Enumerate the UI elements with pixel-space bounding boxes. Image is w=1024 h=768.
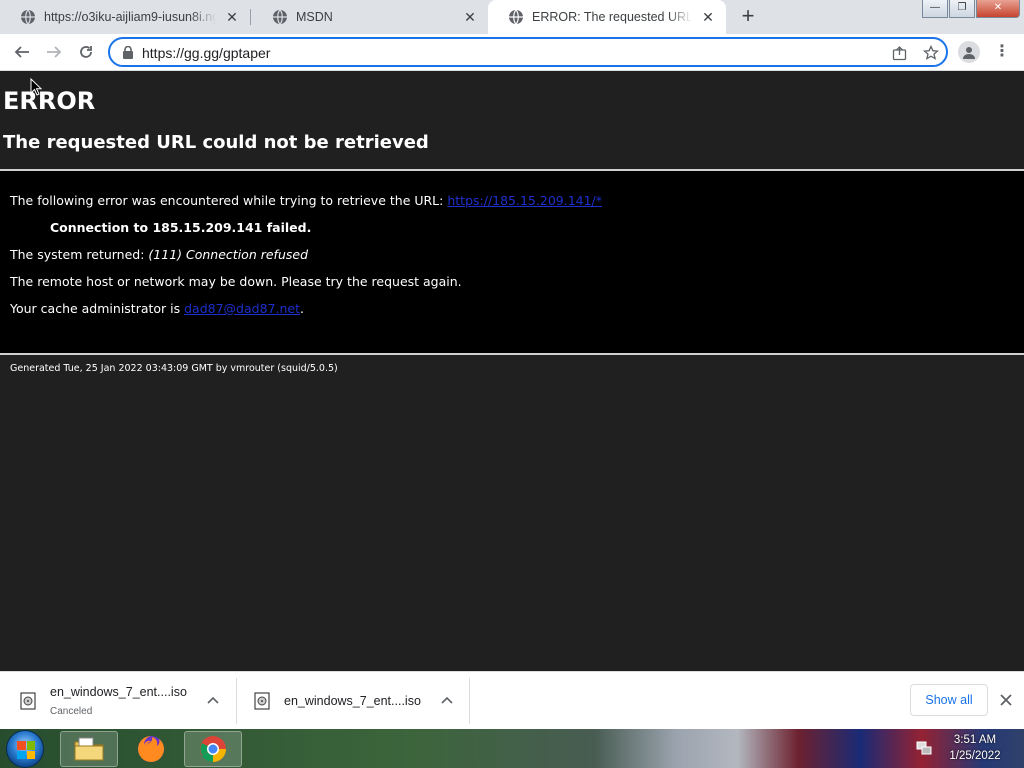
clock-time: 3:51 AM xyxy=(953,734,997,746)
forward-button[interactable] xyxy=(42,40,66,64)
share-button[interactable] xyxy=(890,44,908,62)
system-returned-value: (111) Connection refused xyxy=(148,247,308,262)
network-icon[interactable] xyxy=(916,740,932,756)
download-item[interactable]: en_windows_7_ent....iso xyxy=(254,672,469,730)
folder-icon xyxy=(74,737,104,761)
system-returned-label: The system returned: xyxy=(10,247,149,262)
restore-button[interactable]: ❐ xyxy=(949,0,975,18)
start-button[interactable] xyxy=(6,730,44,768)
taskbar-firefox[interactable] xyxy=(122,731,180,767)
tab-close-icon[interactable]: ✕ xyxy=(700,9,716,25)
tab-close-icon[interactable]: ✕ xyxy=(462,9,478,25)
download-status: Canceled xyxy=(50,706,93,717)
profile-button[interactable] xyxy=(958,41,980,63)
tab-title: ERROR: The requested URL could not be re… xyxy=(532,10,692,24)
disc-image-file-icon xyxy=(20,692,36,710)
error-details: The following error was encountered whil… xyxy=(0,171,1024,353)
tab-msdn[interactable]: MSDN ✕ xyxy=(252,0,488,34)
bookmark-button[interactable] xyxy=(922,44,940,62)
divider xyxy=(0,353,1024,355)
window-controls: — ❐ ✕ xyxy=(921,0,1020,18)
tab-ngrok[interactable]: https://o3iku-aijliam9-iusun8i.ngrok.io … xyxy=(0,0,250,34)
clock-date: 1/25/2022 xyxy=(949,750,1001,762)
globe-icon xyxy=(273,9,287,25)
system-clock[interactable]: 3:51 AM 1/25/2022 xyxy=(940,732,1010,764)
cache-admin-suffix: . xyxy=(299,301,304,316)
tab-separator xyxy=(250,9,251,25)
globe-icon xyxy=(21,9,35,25)
download-separator xyxy=(469,678,470,724)
download-separator xyxy=(236,678,237,724)
chevron-up-icon[interactable] xyxy=(206,694,220,708)
page-content: ERROR The requested URL could not be ret… xyxy=(0,71,1024,671)
download-filename: en_windows_7_ent....iso xyxy=(50,685,187,699)
minimize-button[interactable]: — xyxy=(922,0,948,18)
download-info: en_windows_7_ent....iso xyxy=(284,694,421,708)
menu-more-icon[interactable]: ⋮ xyxy=(994,42,1010,62)
tab-strip: https://o3iku-aijliam9-iusun8i.ngrok.io … xyxy=(0,0,1024,34)
connection-failed-text: Connection to 185.15.209.141 failed. xyxy=(50,220,312,235)
chrome-icon xyxy=(200,736,226,763)
close-icon[interactable] xyxy=(998,692,1014,708)
star-icon xyxy=(923,45,939,60)
tab-close-icon[interactable]: ✕ xyxy=(224,9,240,25)
firefox-icon xyxy=(138,736,164,762)
system-returned-line: The system returned: (111) Connection re… xyxy=(10,247,308,262)
cache-admin-label: Your cache administrator is xyxy=(10,301,185,316)
generated-footer: Generated Tue, 25 Jan 2022 03:43:09 GMT … xyxy=(10,363,338,374)
browser-toolbar: https://gg.gg/gptaper ⋮ xyxy=(0,34,1024,71)
back-button[interactable] xyxy=(10,40,34,64)
error-intro-line: The following error was encountered whil… xyxy=(10,193,602,208)
error-url-link[interactable]: https://185.15.209.141/* xyxy=(447,193,602,208)
address-bar[interactable]: https://gg.gg/gptaper xyxy=(108,37,948,67)
reload-icon xyxy=(80,46,92,58)
tab-error[interactable]: ERROR: The requested URL could not be re… xyxy=(488,0,726,34)
download-info: en_windows_7_ent....iso Canceled xyxy=(50,685,187,717)
chevron-up-icon[interactable] xyxy=(440,694,454,708)
download-filename: en_windows_7_ent....iso xyxy=(284,694,421,708)
disc-image-file-icon xyxy=(254,692,270,710)
lock-icon[interactable] xyxy=(122,46,134,59)
windows-taskbar: 3:51 AM 1/25/2022 xyxy=(0,729,1024,768)
windows-logo-icon xyxy=(17,741,35,759)
new-tab-button[interactable]: + xyxy=(736,5,760,29)
mouse-cursor-icon xyxy=(30,78,42,96)
arrow-left-icon xyxy=(14,46,29,58)
tab-title: MSDN xyxy=(296,10,333,24)
reload-button[interactable] xyxy=(74,40,98,64)
tab-title: https://o3iku-aijliam9-iusun8i.ngrok.io xyxy=(44,10,216,24)
taskbar-explorer[interactable] xyxy=(60,731,118,767)
globe-icon xyxy=(509,9,523,25)
share-icon xyxy=(892,45,906,60)
page-title: ERROR xyxy=(3,87,96,115)
arrow-right-icon xyxy=(47,46,62,58)
show-all-downloads-button[interactable]: Show all xyxy=(910,684,988,716)
cache-admin-email-link[interactable]: dad87@dad87.net xyxy=(184,301,300,316)
taskbar-chrome[interactable] xyxy=(184,731,242,767)
avatar-icon xyxy=(963,47,975,59)
url-text[interactable]: https://gg.gg/gptaper xyxy=(142,45,270,61)
download-shelf: en_windows_7_ent....iso Canceled en_wind… xyxy=(0,671,1024,729)
close-window-button[interactable]: ✕ xyxy=(976,0,1020,18)
error-intro-text: The following error was encountered whil… xyxy=(10,193,448,208)
cache-admin-line: Your cache administrator is dad87@dad87.… xyxy=(10,301,304,316)
download-item[interactable]: en_windows_7_ent....iso Canceled xyxy=(20,672,236,730)
remote-host-message: The remote host or network may be down. … xyxy=(10,274,462,289)
page-subtitle: The requested URL could not be retrieved xyxy=(3,132,429,153)
